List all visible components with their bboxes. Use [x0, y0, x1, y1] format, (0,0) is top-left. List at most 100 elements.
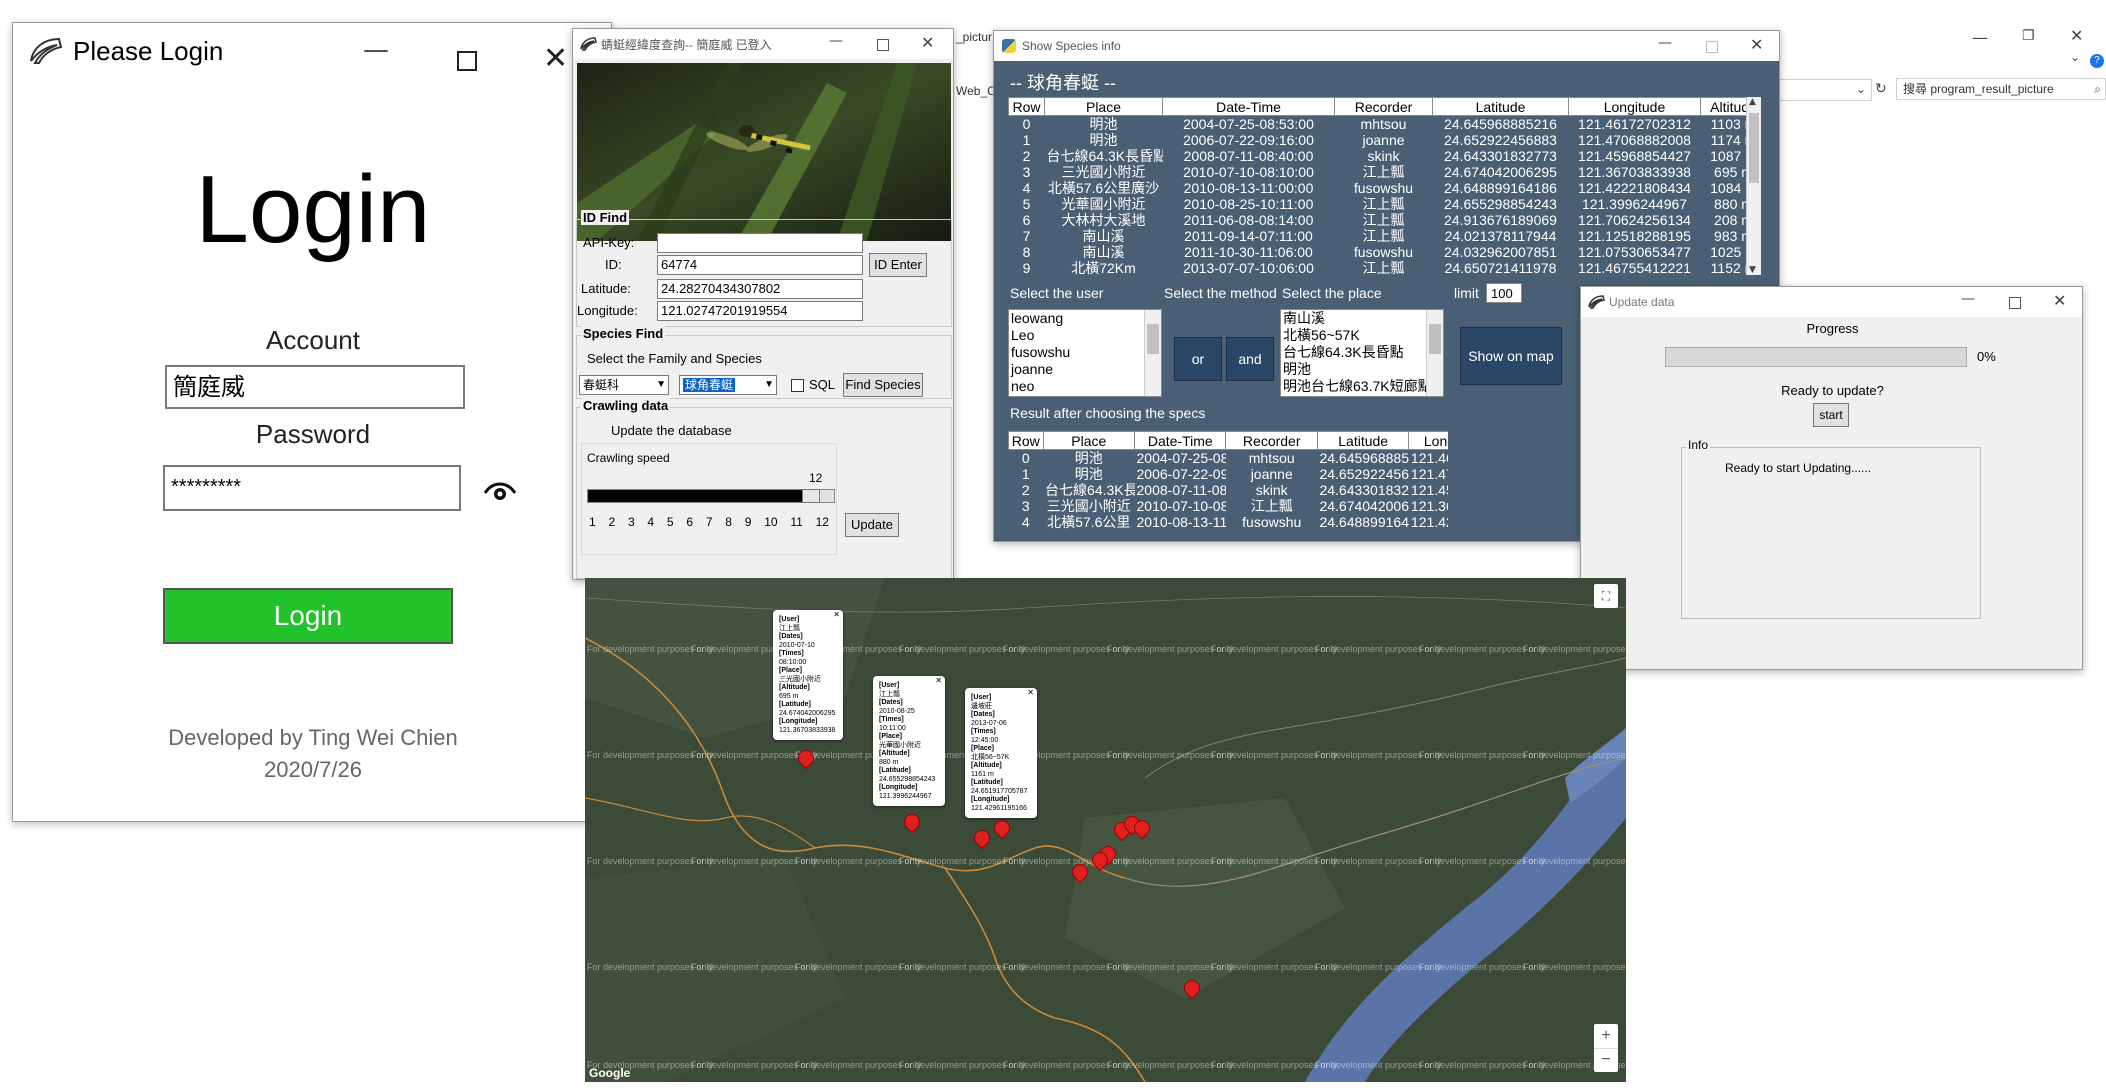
scroll-thumb[interactable]: [1429, 324, 1441, 354]
scroll-up-icon[interactable]: ▲: [1749, 97, 1756, 107]
popup-latitude: 24.674042006295: [779, 709, 836, 717]
explorer-restore-icon[interactable]: ❐: [2022, 28, 2035, 44]
close-icon[interactable]: ✕: [1750, 35, 1763, 54]
speed-slider-handle[interactable]: [802, 489, 820, 503]
find-species-button[interactable]: Find Species: [843, 373, 923, 397]
login-button[interactable]: Login: [163, 588, 453, 644]
show-on-map-button[interactable]: Show on map: [1460, 327, 1562, 385]
column-header[interactable]: Recorder: [1334, 97, 1433, 116]
popup-close-icon[interactable]: ✕: [1027, 688, 1034, 698]
explorer-dropdown-icon[interactable]: ⌄: [1856, 82, 1866, 96]
longitude-label: Longitude:: [577, 303, 638, 318]
table-cell: 北橫57.6公里: [1047, 514, 1131, 530]
update-button[interactable]: Update: [845, 513, 899, 537]
scroll-thumb[interactable]: [1749, 113, 1759, 183]
species-select[interactable]: 球角春蜓 ▼: [679, 375, 777, 395]
minimize-icon[interactable]: —: [1961, 291, 1975, 307]
table-row[interactable]: 4 北橫57.6公里廣沙 2010-08-13-11:00:00 fusowshu 24…: [1009, 180, 1761, 196]
species-table-scrollbar[interactable]: ▲ ▼: [1746, 97, 1761, 275]
place-listbox[interactable]: 南山溪 北橫56~57K 台七線64.3K長昏點 明池 明池台七線63.7K短廊…: [1280, 309, 1444, 397]
place-item[interactable]: 台七線64.3K長昏點: [1281, 344, 1443, 361]
minimize-icon[interactable]: —: [1658, 35, 1672, 51]
account-input[interactable]: 簡庭威: [165, 365, 465, 409]
close-icon[interactable]: ✕: [2053, 291, 2066, 310]
explorer-search-box[interactable]: 搜尋 program_result_picture ⌕: [1896, 78, 2106, 100]
popup-close-icon[interactable]: ✕: [833, 610, 840, 620]
table-row[interactable]: 2 台七線64.3K長昏點 2008-07-11-08:40:00 skink 24.6…: [1009, 148, 1761, 164]
id-enter-button[interactable]: ID Enter: [869, 253, 927, 277]
latitude-input[interactable]: 24.28270434307802: [657, 279, 863, 299]
user-list-scrollbar[interactable]: [1144, 310, 1161, 396]
zoom-in-button[interactable]: +: [1594, 1024, 1618, 1049]
table-row[interactable]: 9 北橫72Km 2013-07-07-10:06:00 江上瓢 24.65072141…: [1009, 260, 1761, 275]
user-item[interactable]: leowang: [1009, 310, 1161, 327]
column-header[interactable]: Row: [1008, 431, 1044, 450]
column-header[interactable]: Place: [1044, 97, 1163, 116]
id-enter-label: ID Enter: [874, 257, 922, 272]
user-item[interactable]: Leo: [1009, 327, 1161, 344]
explorer-refresh-icon[interactable]: ↻: [1875, 81, 1887, 97]
eye-icon[interactable]: [483, 479, 517, 503]
maximize-icon[interactable]: [877, 39, 889, 51]
explorer-minimize-icon[interactable]: —: [1972, 28, 1988, 47]
popup-close-icon[interactable]: ✕: [935, 676, 942, 686]
place-item[interactable]: 明池台七線63.7K短廊點: [1281, 378, 1443, 395]
place-item[interactable]: 北橫56~57K: [1281, 327, 1443, 344]
table-row[interactable]: 1 明池 2006-07-22-09 joanne 24.652922456121.47…: [1009, 466, 1448, 482]
user-listbox[interactable]: leowang Leo fusowshu joanne neo: [1008, 309, 1162, 397]
table-row[interactable]: 0 明池 2004-07-25-08:53:00 mhtsou 24.645968885…: [1009, 116, 1761, 133]
zoom-out-button[interactable]: −: [1594, 1049, 1618, 1073]
table-row[interactable]: 6 大林村大溪地 2011-06-08-08:14:00 江上瓢 24.91367618…: [1009, 212, 1761, 228]
close-icon[interactable]: ✕: [543, 41, 568, 76]
scroll-thumb[interactable]: [1147, 324, 1159, 354]
place-item[interactable]: 南山溪: [1281, 310, 1443, 327]
table-row[interactable]: 3 三光國小附近 2010-07-10-08:10:00 江上瓢 24.67404200…: [1009, 164, 1761, 180]
map-panel[interactable]: For development purposes only For develop…: [585, 578, 1626, 1082]
family-select[interactable]: 春蜓科 ▼: [579, 375, 669, 395]
table-row[interactable]: 5 光華國小附近 2010-08-25-10:11:00 江上瓢 24.65529885…: [1009, 196, 1761, 212]
table-row[interactable]: 8 南山溪 2011-10-30-11:06:00 fusowshu 24.032962…: [1009, 244, 1761, 260]
table-row[interactable]: 3 三光國小附近 2010-07-10-08 江上瓢 24.674042006 121.3…: [1009, 498, 1448, 514]
sql-checkbox[interactable]: [791, 379, 804, 392]
maximize-icon[interactable]: [1706, 41, 1718, 53]
table-row[interactable]: 1 明池 2006-07-22-09:16:00 joanne 24.652922456…: [1009, 132, 1761, 148]
or-button[interactable]: or: [1174, 337, 1222, 381]
column-header[interactable]: Latitude: [1432, 97, 1569, 116]
explorer-help-icon[interactable]: ?: [2090, 54, 2104, 68]
table-row[interactable]: 2 台七線64.3K長 2008-07-11-08 skink 24.643301832…: [1009, 482, 1448, 498]
column-header[interactable]: Date-Time: [1134, 431, 1227, 450]
speed-slider-track[interactable]: [587, 489, 835, 503]
column-header[interactable]: Date-Time: [1162, 97, 1335, 116]
fullscreen-button[interactable]: ⛶: [1594, 584, 1618, 608]
and-button[interactable]: and: [1226, 337, 1274, 381]
minimize-icon[interactable]: —: [363, 35, 389, 65]
explorer-close-icon[interactable]: ✕: [2070, 26, 2083, 45]
column-header[interactable]: Recorder: [1225, 431, 1318, 450]
longitude-input[interactable]: 121.02747201919554: [657, 301, 863, 321]
table-row[interactable]: 0 明池 2004-07-25-08 mhtsou 24.645968885121.46…: [1009, 450, 1448, 467]
scroll-down-icon[interactable]: ▼: [1749, 265, 1756, 275]
minimize-icon[interactable]: —: [829, 33, 843, 49]
api-key-input[interactable]: [657, 233, 863, 253]
column-header[interactable]: Place: [1042, 431, 1136, 450]
column-header[interactable]: Row: [1008, 97, 1045, 116]
maximize-icon[interactable]: [457, 51, 477, 71]
table-row[interactable]: 7 南山溪 2011-09-14-07:11:00 江上瓢 24.02137811794…: [1009, 228, 1761, 244]
maximize-icon[interactable]: [2009, 297, 2021, 309]
table-row[interactable]: 4 北橫57.6公里 2010-08-13-11 fusowshu 24.6488991…: [1009, 514, 1448, 530]
column-header[interactable]: Latitude: [1316, 431, 1410, 450]
column-header[interactable]: Longitude: [1408, 431, 1448, 450]
column-header[interactable]: Longitude: [1568, 97, 1701, 116]
feather-app-icon: [580, 37, 597, 51]
close-icon[interactable]: ✕: [921, 33, 934, 52]
password-input[interactable]: *********: [163, 465, 461, 511]
place-list-scrollbar[interactable]: [1426, 310, 1443, 396]
place-item[interactable]: 明池: [1281, 361, 1443, 378]
explorer-expand-icon[interactable]: ⌄: [2070, 50, 2080, 64]
id-input[interactable]: 64774: [657, 255, 863, 275]
start-button[interactable]: start: [1813, 403, 1849, 427]
limit-input[interactable]: 100: [1486, 283, 1522, 303]
user-item[interactable]: fusowshu: [1009, 344, 1161, 361]
user-item[interactable]: neo: [1009, 378, 1161, 395]
user-item[interactable]: joanne: [1009, 361, 1161, 378]
